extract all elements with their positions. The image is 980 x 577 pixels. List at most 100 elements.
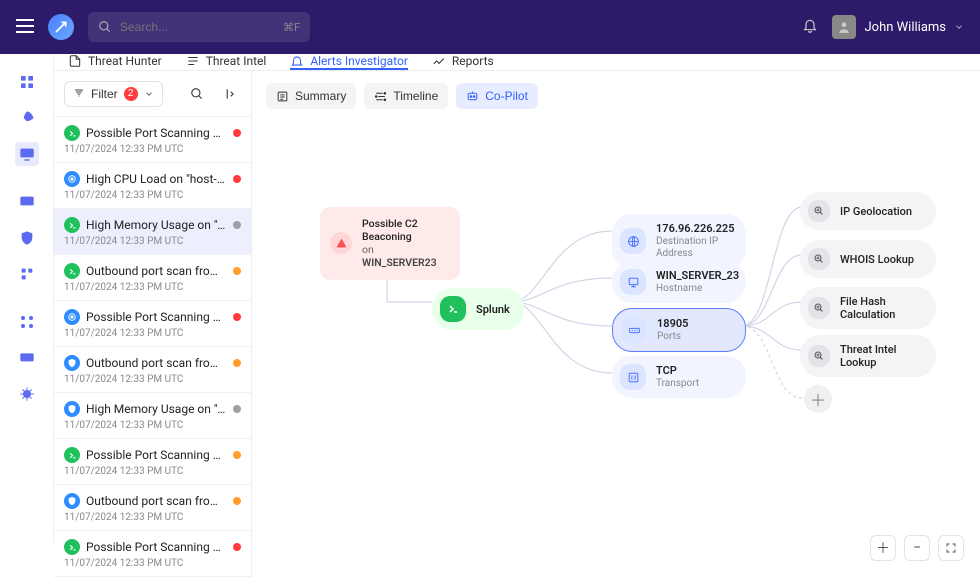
alert-title: Possible Port Scanning Activi... xyxy=(86,540,227,554)
rail-item-dashboard[interactable] xyxy=(15,70,39,94)
action-node-ip-geolocation[interactable]: IP Geolocation xyxy=(800,192,936,230)
severity-dot xyxy=(233,129,241,137)
rail-item-display[interactable] xyxy=(15,346,39,370)
alert-title: High Memory Usage on "serv... xyxy=(86,402,227,416)
user-menu[interactable]: John Williams xyxy=(832,15,964,39)
search-icon xyxy=(98,20,112,34)
alert-title: Outbound port scan from "24... xyxy=(86,356,227,370)
root-alert-node[interactable]: Possible C2 Beaconing on WIN_SERVER23 xyxy=(320,207,460,280)
app-logo[interactable] xyxy=(48,14,74,40)
terminal-icon xyxy=(64,217,80,233)
alert-timestamp: 11/07/2024 12:33 PM UTC xyxy=(64,420,241,431)
shield-icon xyxy=(64,401,80,417)
severity-dot xyxy=(233,359,241,367)
port-icon xyxy=(621,317,647,343)
alert-timestamp: 11/07/2024 12:33 PM UTC xyxy=(64,190,241,201)
add-action-button[interactable]: ＋ xyxy=(804,385,832,413)
tab-alerts-investigator[interactable]: Alerts Investigator xyxy=(290,54,408,70)
alert-list: Possible Port Scanning Activi... 11/07/20… xyxy=(54,117,251,577)
tab-threat-hunter[interactable]: Threat Hunter xyxy=(68,54,162,70)
topbar: ⌘F John Williams xyxy=(0,0,980,54)
filter-label: Filter xyxy=(91,87,118,101)
rail-item-rocket[interactable] xyxy=(15,106,39,130)
data-node-hostname[interactable]: WIN_SERVER_23Hostname xyxy=(612,261,746,303)
severity-dot xyxy=(233,405,241,413)
alert-title: Possible Port Scanning Activi... xyxy=(86,126,227,140)
data-node-ports[interactable]: 18905Ports xyxy=(612,308,746,352)
view-timeline[interactable]: Timeline xyxy=(364,83,448,109)
search-input[interactable] xyxy=(120,20,275,34)
terminal-icon xyxy=(64,263,80,279)
root-node-title: Possible C2 Beaconing xyxy=(362,217,446,243)
user-name: John Williams xyxy=(864,20,946,35)
alert-title: High CPU Load on "host-16" xyxy=(86,172,227,186)
alert-timestamp: 11/07/2024 12:33 PM UTC xyxy=(64,236,241,247)
chevron-down-icon xyxy=(144,89,154,99)
search-shortcut: ⌘F xyxy=(283,21,300,34)
zoom-controls: ＋ − xyxy=(870,535,964,561)
collapse-sidebar-button[interactable] xyxy=(217,82,241,106)
filter-count-badge: 2 xyxy=(124,87,138,101)
zoom-out-button[interactable]: − xyxy=(904,535,930,561)
alert-timestamp: 11/07/2024 12:33 PM UTC xyxy=(64,144,241,155)
rail-item-server[interactable] xyxy=(15,190,39,214)
alert-title: Possible Port Scanning Activi... xyxy=(86,448,227,462)
fullscreen-button[interactable] xyxy=(938,535,964,561)
alert-timestamp: 11/07/2024 12:33 PM UTC xyxy=(64,328,241,339)
host-icon xyxy=(620,269,646,295)
investigation-canvas[interactable]: Summary Timeline Co-Pilot xyxy=(252,71,980,577)
alert-item[interactable]: Possible Port Scanning Activi... 11/07/20… xyxy=(54,439,251,485)
rail-item-network[interactable] xyxy=(15,310,39,334)
severity-dot xyxy=(233,497,241,505)
alert-item[interactable]: High CPU Load on "host-16" 11/07/2024 12:… xyxy=(54,163,251,209)
source-node[interactable]: Splunk xyxy=(432,288,524,330)
alert-timestamp: 11/07/2024 12:33 PM UTC xyxy=(64,512,241,523)
magnify-icon xyxy=(808,345,830,367)
action-node-file-hash-calculation[interactable]: File Hash Calculation xyxy=(800,287,936,329)
tab-threat-intel[interactable]: Threat Intel xyxy=(186,54,267,70)
shield-icon xyxy=(64,493,80,509)
view-co-pilot[interactable]: Co-Pilot xyxy=(456,83,538,109)
alert-sidebar: Filter 2 Possible Port Scanning Activi..… xyxy=(54,71,252,577)
left-rail xyxy=(0,54,54,546)
severity-dot xyxy=(233,267,241,275)
terminal-icon xyxy=(440,296,466,322)
rail-item-shield[interactable] xyxy=(15,226,39,250)
search-input-wrap[interactable]: ⌘F xyxy=(88,12,310,42)
alert-title: Outbound port scan from "24... xyxy=(86,494,227,508)
chevron-down-icon xyxy=(954,22,964,32)
alert-timestamp: 11/07/2024 12:33 PM UTC xyxy=(64,282,241,293)
severity-dot xyxy=(233,543,241,551)
action-node-threat-intel-lookup[interactable]: Threat Intel Lookup xyxy=(800,335,936,377)
alert-timestamp: 11/07/2024 12:33 PM UTC xyxy=(64,466,241,477)
menu-icon[interactable] xyxy=(16,18,34,37)
avatar-icon xyxy=(832,15,856,39)
action-node-whois-lookup[interactable]: WHOIS Lookup xyxy=(800,240,936,278)
alert-item[interactable]: Possible Port Scanning Activi... 11/07/20… xyxy=(54,117,251,163)
alert-item[interactable]: Possible Port Scanning Activi...11/07/20… xyxy=(54,301,251,347)
alert-title: Outbound port scan from "24... xyxy=(86,264,227,278)
magnify-icon xyxy=(808,200,830,222)
search-alerts-button[interactable] xyxy=(185,82,209,106)
rail-item-bug[interactable] xyxy=(15,382,39,406)
rail-item-monitor[interactable] xyxy=(15,142,39,166)
view-summary[interactable]: Summary xyxy=(266,83,356,109)
bell-icon[interactable] xyxy=(802,17,818,37)
filter-button[interactable]: Filter 2 xyxy=(64,81,163,107)
alert-title: High Memory Usage on "serv... xyxy=(86,218,227,232)
alert-item[interactable]: Outbound port scan from "24... 11/07/2024… xyxy=(54,485,251,531)
data-node-transport[interactable]: TCPTransport xyxy=(612,356,746,398)
alert-item[interactable]: High Memory Usage on "serv... 11/07/2024 … xyxy=(54,209,251,255)
tab-reports[interactable]: Reports xyxy=(432,54,494,70)
root-node-sub: on WIN_SERVER23 xyxy=(362,243,446,269)
rail-item-app[interactable] xyxy=(15,262,39,286)
alert-timestamp: 11/07/2024 12:33 PM UTC xyxy=(64,374,241,385)
target-icon xyxy=(64,171,80,187)
terminal-icon xyxy=(64,447,80,463)
alert-item[interactable]: Outbound port scan from "24... 11/07/2024… xyxy=(54,255,251,301)
alert-timestamp: 11/07/2024 12:33 PM UTC xyxy=(64,558,241,569)
zoom-in-button[interactable]: ＋ xyxy=(870,535,896,561)
alert-item[interactable]: Outbound port scan from "24... 11/07/2024… xyxy=(54,347,251,393)
alert-item[interactable]: Possible Port Scanning Activi... 11/07/20… xyxy=(54,531,251,577)
alert-item[interactable]: High Memory Usage on "serv... 11/07/2024 … xyxy=(54,393,251,439)
